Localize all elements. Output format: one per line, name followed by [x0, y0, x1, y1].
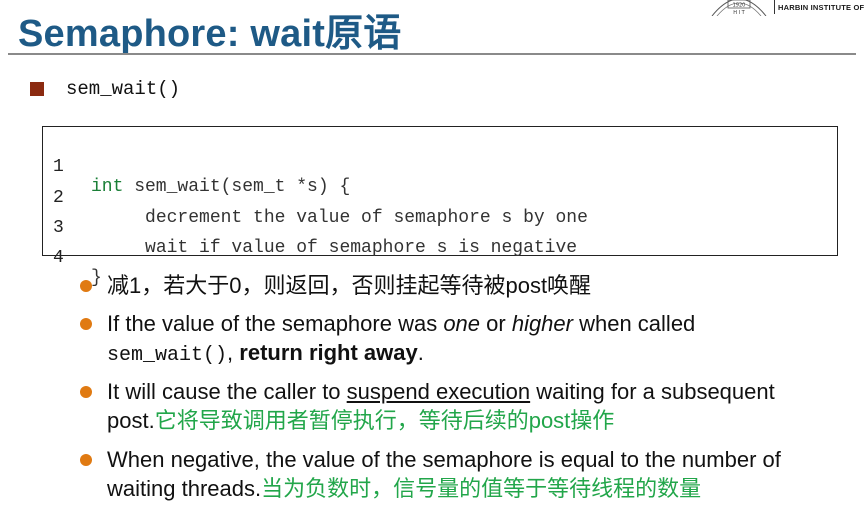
bullet-text: 减1，若大于0，则返回，否则挂起等待被post唤醒	[107, 273, 592, 298]
code-keyword: int	[91, 177, 124, 197]
code-line: 2 decrement the value of semaphore s by …	[43, 168, 588, 228]
code-text: wait if value of semaphore s is negative	[145, 238, 578, 258]
bullet-text: It will cause the caller to	[107, 379, 347, 404]
bullet-text: ,	[227, 340, 240, 365]
page-title: Semaphore: wait原语	[18, 13, 402, 55]
bullet-text: when called	[572, 311, 696, 336]
bullet-icon	[80, 386, 92, 398]
bold-text: return right away	[239, 340, 418, 365]
logo-text: HARBIN INSTITUTE OF T	[778, 3, 864, 12]
seal-icon: 1920 H I T	[711, 0, 767, 16]
chinese-note: 它将导致调用者暂停执行，等待后续的post操作	[154, 408, 615, 433]
code-line: 1 int sem_wait(sem_t *s) {	[43, 137, 350, 197]
chinese-note: 当为负数时，信号量的值等于等待线程的数量	[261, 476, 702, 501]
logo-divider	[774, 0, 775, 14]
title-divider	[8, 53, 856, 55]
emphasis-text: higher	[511, 311, 573, 336]
logo-letters: H I T	[733, 10, 745, 16]
square-bullet-icon	[30, 82, 44, 96]
bullet-text: or	[480, 311, 512, 336]
bullet-text: post.	[107, 408, 155, 433]
bullet-item: It will cause the caller to suspend exec…	[107, 377, 775, 406]
bullet-icon	[80, 280, 92, 292]
bullet-item-continuation: waiting threads.当为负数时，信号量的值等于等待线程的数量	[107, 474, 701, 503]
bullet-item-continuation: post.它将导致调用者暂停执行，等待后续的post操作	[107, 406, 614, 435]
code-block: 1 int sem_wait(sem_t *s) { 2 decrement t…	[42, 126, 838, 288]
code-text: }	[91, 268, 102, 288]
inline-code: sem_wait()	[107, 344, 228, 367]
bullet-item: 减1，若大于0，则返回，否则挂起等待被post唤醒	[107, 271, 591, 300]
bullet-text: waiting for a subsequent	[530, 379, 775, 404]
bullet-item: When negative, the value of the semaphor…	[107, 445, 781, 474]
bullet-text: If the value of the semaphore was	[107, 311, 444, 336]
code-text: sem_wait(sem_t *s) {	[123, 177, 351, 197]
bullet-item: If the value of the semaphore was one or…	[107, 309, 695, 338]
emphasis-text: one	[443, 311, 481, 336]
logo-year: 1920	[733, 3, 746, 9]
line-number: 4	[53, 248, 64, 268]
bullet-icon	[80, 318, 92, 330]
bullet-text: When negative, the value of the semaphor…	[107, 447, 781, 472]
code-text: decrement the value of semaphore s by on…	[145, 208, 588, 228]
subheading: sem_wait()	[66, 78, 181, 100]
university-logo: 1920 H I T HARBIN INSTITUTE OF T	[706, 0, 864, 20]
bullet-text: waiting threads.	[107, 476, 262, 501]
code-line: 4 }	[43, 228, 102, 288]
bullet-text: .	[417, 340, 424, 365]
bullet-icon	[80, 454, 92, 466]
code-line: 3 wait if value of semaphore s is negati…	[43, 198, 577, 258]
bullet-item-continuation: sem_wait(), return right away.	[107, 338, 424, 370]
underlined-text: suspend execution	[346, 379, 531, 404]
